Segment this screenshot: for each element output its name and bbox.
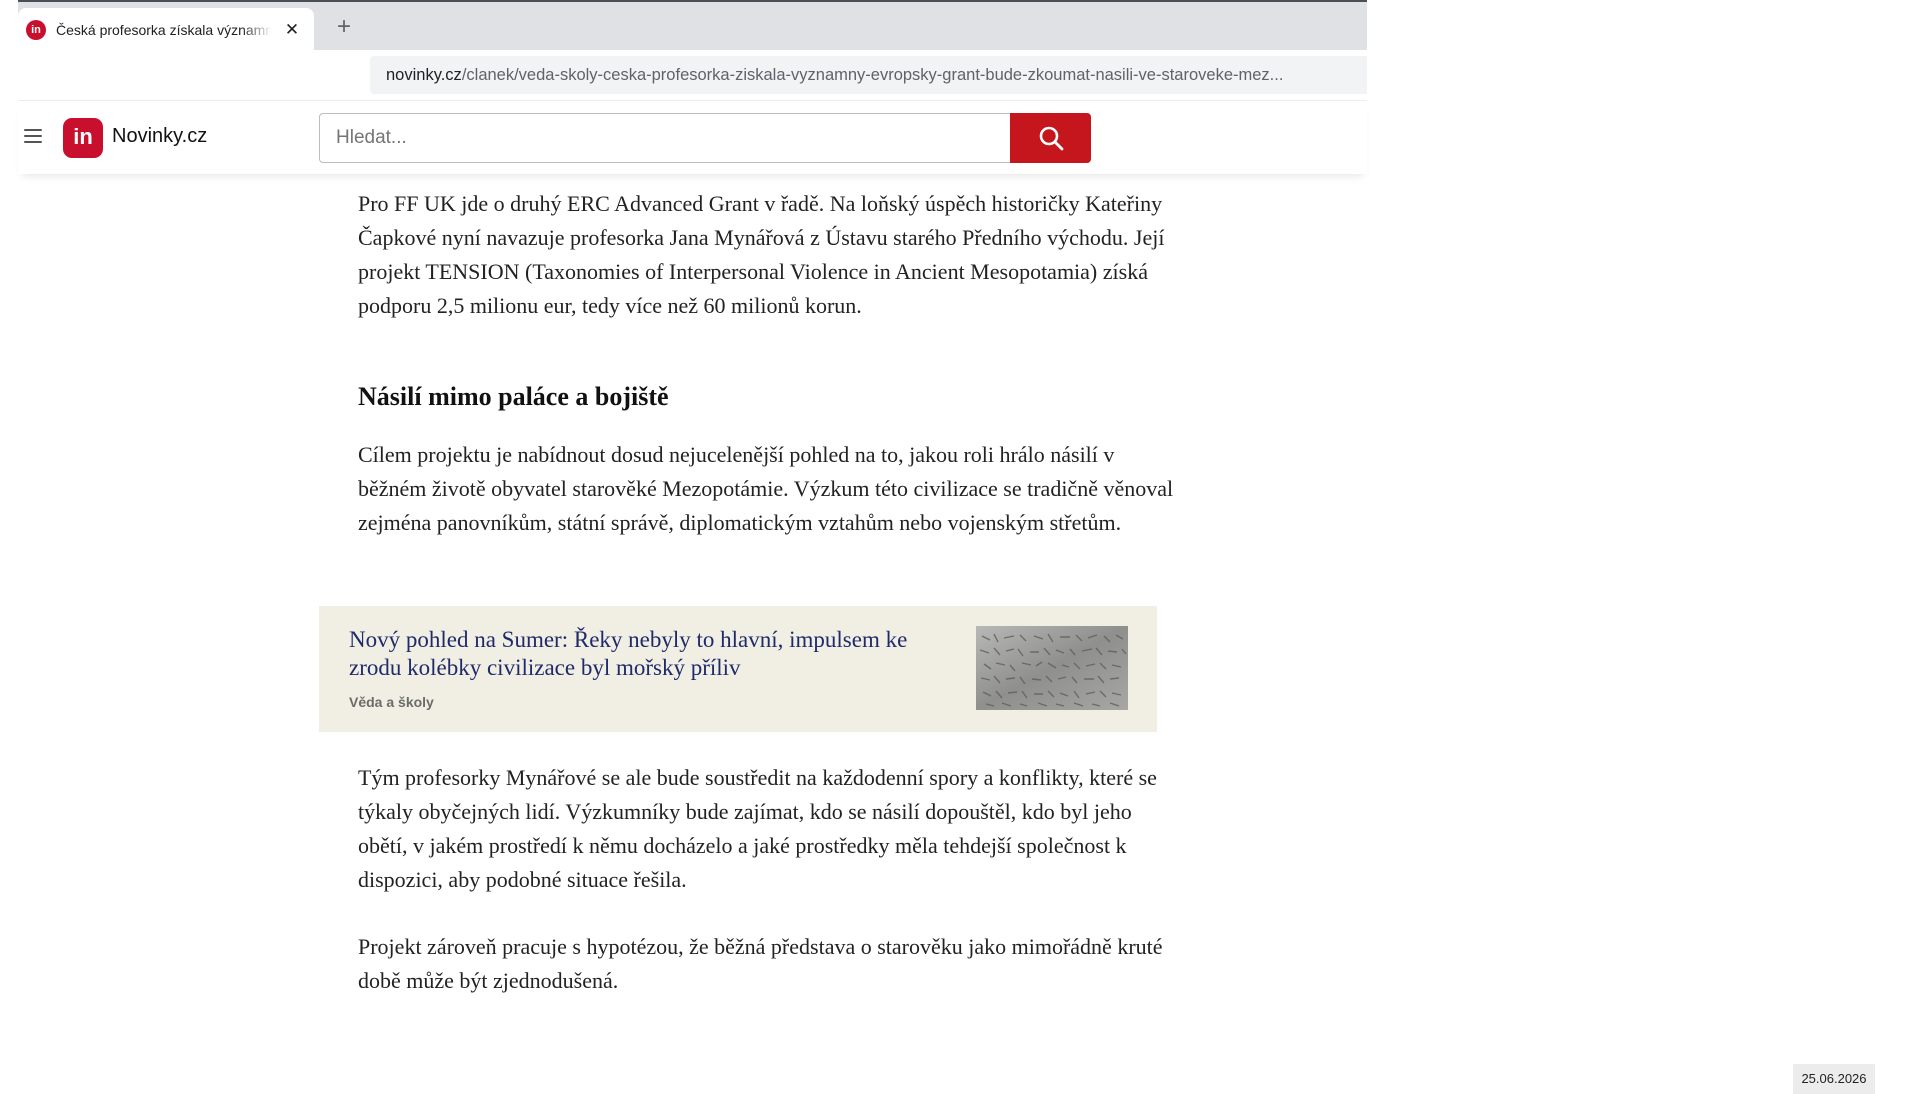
article-paragraph: Cílem projektu je nabídnout dosud nejuce… [358,442,1174,535]
search-icon [1039,126,1063,151]
address-bar-row: novinky.cz/clanek/veda-skoly-ceska-profe… [18,50,1367,100]
url-domain: novinky.cz [386,66,462,84]
article-paragraph: Projekt zároveň pracuje s hypotézou, že … [358,934,1163,993]
novinky-logo[interactable]: in [63,118,103,158]
related-article-thumbnail[interactable] [976,626,1128,710]
tab-strip: in Česká profesorka získala významný evr… [18,0,1367,52]
article-paragraph: Tým profesorky Mynářové se ale bude sous… [358,765,1157,892]
close-icon[interactable]: ✕ [282,20,302,40]
menu-icon[interactable] [24,129,42,143]
search-input[interactable] [319,113,1010,163]
new-tab-plus-icon[interactable]: + [330,14,358,42]
search-button[interactable] [1010,113,1091,163]
browser-tab[interactable]: in Česká profesorka získala významný evr… [18,8,314,52]
related-article-title[interactable]: Nový pohled na Sumer: Řeky nebyly to hla… [349,626,959,682]
address-bar[interactable]: novinky.cz/clanek/veda-skoly-ceska-profe… [370,56,1367,94]
site-favicon-icon: in [26,20,46,40]
date-badge: 25.06.2026 [1793,1064,1875,1094]
related-article-category[interactable]: Věda a školy [349,694,434,710]
site-header: in Novinky.cz [18,100,1367,174]
browser-window: in Česká profesorka získala významný evr… [18,0,1367,1080]
site-name[interactable]: Novinky.cz [112,125,207,148]
section-heading: Násilí mimo paláce a bojiště [358,382,669,411]
tab-title: Česká profesorka získala významný evrops… [56,22,272,38]
article-paragraph: Pro FF UK jde o druhý ERC Advanced Grant… [358,191,1165,318]
related-article-card[interactable]: Nový pohled na Sumer: Řeky nebyly to hla… [319,606,1157,732]
url-path: /clanek/veda-skoly-ceska-profesorka-zisk… [461,66,1284,84]
article-body: Pro FF UK jde o druhý ERC Advanced Grant… [18,174,1367,1080]
